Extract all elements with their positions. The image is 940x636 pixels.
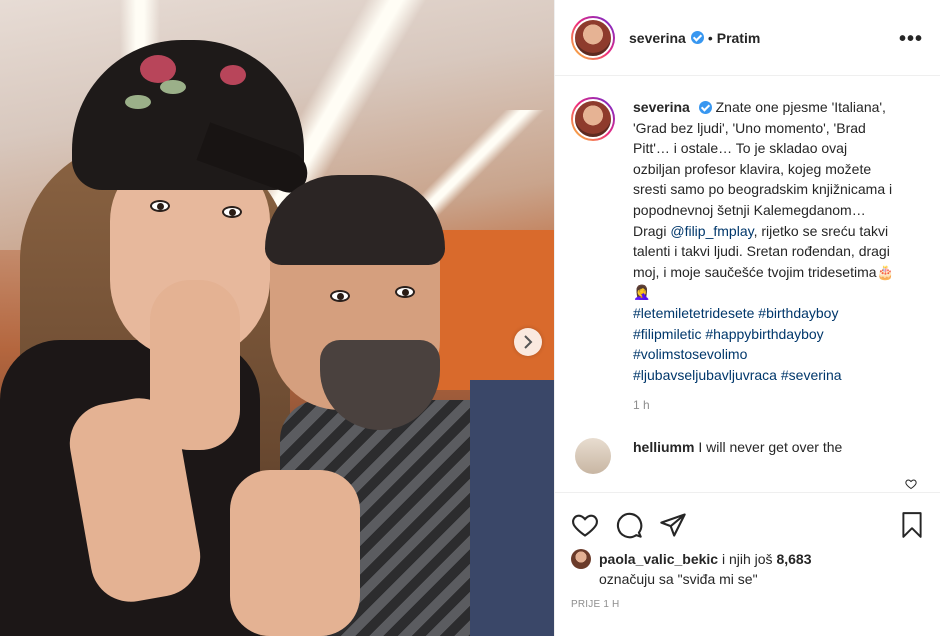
caption: severina Znate one pjesme 'Italiana', 'G… xyxy=(571,97,925,385)
photo-eye xyxy=(395,286,415,298)
comment-avatar[interactable] xyxy=(575,438,611,475)
photo-eye xyxy=(222,206,242,218)
post-header: severina • Pratim ••• xyxy=(555,0,940,76)
comment-button[interactable] xyxy=(615,511,643,539)
photo-cap-rose xyxy=(220,65,246,85)
comment-text: helliumm I will never get over the xyxy=(633,438,883,474)
actions-section: paola_valic_bekic i njih još 8,683 označ… xyxy=(555,492,940,636)
avatar-image xyxy=(573,99,613,139)
next-photo-button[interactable] xyxy=(514,328,542,356)
likes-connector: i njih još xyxy=(721,551,773,567)
separator-dot: • xyxy=(707,29,713,46)
header-username[interactable]: severina xyxy=(629,30,686,46)
comment-body: I will never get over the xyxy=(698,439,843,456)
caption-text: severina Znate one pjesme 'Italiana', 'G… xyxy=(633,97,895,385)
photo-jacket xyxy=(470,380,554,636)
photo-cap-leaf xyxy=(160,80,186,94)
likes-summary: paola_valic_bekic i njih još 8,683 xyxy=(571,549,925,569)
verified-icon xyxy=(698,101,712,114)
share-icon xyxy=(660,513,686,537)
caption-time[interactable]: 1 h xyxy=(633,398,925,412)
follow-button[interactable]: Pratim xyxy=(717,30,761,46)
chevron-right-icon xyxy=(524,335,533,349)
verified-icon xyxy=(690,31,704,44)
share-button[interactable] xyxy=(659,511,687,539)
post-timestamp[interactable]: PRIJE 1 H xyxy=(571,599,925,610)
photo-cap-leaf xyxy=(125,95,151,109)
avatar[interactable] xyxy=(571,97,615,141)
comment-icon xyxy=(616,512,643,539)
comment-like-icon[interactable] xyxy=(905,478,917,490)
caption-username[interactable]: severina xyxy=(633,99,690,115)
liker-username[interactable]: paola_valic_bekic xyxy=(599,551,718,567)
avatar-image xyxy=(573,17,613,58)
photo-cap-rose xyxy=(140,55,176,83)
photo-eye xyxy=(330,290,350,302)
comments-section: severina Znate one pjesme 'Italiana', 'G… xyxy=(555,77,940,492)
caption-body: Znate one pjesme 'Italiana', 'Grad bez l… xyxy=(633,99,893,239)
comment: helliumm I will never get over the xyxy=(571,438,925,475)
action-icons xyxy=(571,501,925,549)
liker-avatar[interactable] xyxy=(571,549,591,569)
avatar[interactable] xyxy=(571,15,615,60)
hashtag-link[interactable]: #letemiletetridesete xyxy=(633,305,754,321)
hashtag-link[interactable]: #filipmiletic xyxy=(633,326,701,342)
heart-icon xyxy=(572,514,598,537)
likes-suffix: označuju sa "sviđa mi se" xyxy=(599,571,758,587)
hashtag-link[interactable]: #severina xyxy=(781,367,842,383)
like-button[interactable] xyxy=(571,511,599,539)
photo-hand xyxy=(230,470,360,636)
hashtag-link[interactable]: #birthdayboy xyxy=(758,305,838,321)
hashtag-link[interactable]: #volimstosevolimo xyxy=(633,346,747,362)
save-button[interactable] xyxy=(899,511,925,539)
hashtag-link[interactable]: #ljubavseljubavljuvraca xyxy=(633,367,777,383)
post-photo[interactable] xyxy=(0,0,554,636)
bookmark-icon xyxy=(902,512,922,538)
hashtag-link[interactable]: #happybirthdayboy xyxy=(705,326,823,342)
more-icon[interactable]: ••• xyxy=(899,28,923,51)
likes-count[interactable]: 8,683 xyxy=(776,551,811,567)
comment-username[interactable]: helliumm xyxy=(633,439,694,455)
likes-text: paola_valic_bekic i njih još 8,683 xyxy=(599,549,812,569)
photo-eye xyxy=(150,200,170,212)
mention-link[interactable]: @filip_fmplay xyxy=(670,223,753,239)
post-side-panel: severina • Pratim ••• severina Znate one… xyxy=(554,0,940,636)
